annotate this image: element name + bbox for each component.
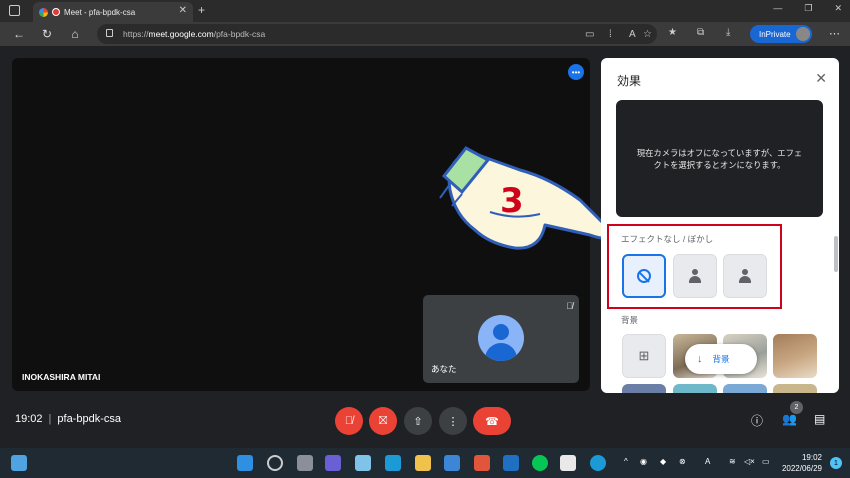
browser-menu-icon[interactable]: ⋯ <box>829 27 840 40</box>
preview-message: 現在カメラはオフになっていますが、エフェクトを選択するとオンになります。 <box>636 147 803 170</box>
sound-icon[interactable]: ⁞ <box>609 29 612 40</box>
dropbox-icon[interactable]: ◆ <box>660 457 666 466</box>
hang-up-icon: ☎ <box>485 415 499 428</box>
present-icon: ⇧ <box>413 415 423 428</box>
url-text[interactable]: https://meet.google.com/pfa-bpdk-csa <box>123 29 265 39</box>
new-tab-icon[interactable]: + <box>198 3 205 17</box>
background-option[interactable] <box>723 384 767 393</box>
notification-badge[interactable]: 1 <box>830 457 842 469</box>
tray-time: 19:02 <box>801 453 822 462</box>
meeting-code: pfa-bpdk-csa <box>57 413 121 425</box>
outlook-icon[interactable] <box>503 455 519 471</box>
people-count-badge: 2 <box>790 401 803 414</box>
chevron-up-icon[interactable]: ^ <box>624 457 628 466</box>
address-toolbar: ← ↻ ⌂ https://meet.google.com/pfa-bpdk-c… <box>0 22 850 46</box>
home-icon[interactable]: ⌂ <box>68 27 82 41</box>
inprivate-label: InPrivate <box>759 29 791 39</box>
panel-title: 効果 <box>617 74 642 88</box>
search-icon[interactable] <box>267 455 283 471</box>
line-icon[interactable] <box>532 455 548 471</box>
profile-avatar <box>796 27 810 41</box>
office-icon[interactable] <box>474 455 490 471</box>
more-vert-icon: ⋮ <box>447 415 459 428</box>
collections-icon[interactable]: ⧉ <box>697 27 704 38</box>
meeting-time: 19:02 <box>15 413 43 425</box>
self-view-tile[interactable]: 🎙̸ あなた <box>423 295 579 383</box>
background-scroll-button[interactable]: ↓ 背景 <box>685 344 757 374</box>
leave-call-button[interactable]: ☎ <box>473 407 511 435</box>
arrow-down-icon: ↓ <box>697 353 703 365</box>
self-avatar <box>478 315 524 361</box>
address-bar[interactable]: https://meet.google.com/pfa-bpdk-csa ▭ ⁞… <box>97 24 657 44</box>
start-icon[interactable] <box>237 455 253 471</box>
muted-mic-icon: 🎙̸ <box>566 301 573 311</box>
window-menu-icon[interactable] <box>9 5 20 16</box>
pointing-hand-annotation: 3 <box>439 146 617 250</box>
background-option[interactable] <box>622 384 666 393</box>
widgets-icon[interactable] <box>11 455 27 471</box>
meet-favicon-icon <box>39 7 48 17</box>
downloads-icon[interactable]: ⤓ <box>726 27 730 38</box>
browser-tab[interactable]: Meet - pfa-bpdk-csa ✕ <box>33 2 193 22</box>
close-window-icon[interactable]: ✕ <box>834 3 842 14</box>
app-icon[interactable] <box>355 455 371 471</box>
read-aloud-icon[interactable]: A <box>629 29 636 40</box>
volume-icon[interactable]: ◁× <box>744 457 755 466</box>
favorite-add-icon[interactable]: ☆ <box>643 29 652 40</box>
background-pill-label: 背景 <box>712 354 730 364</box>
people-icon[interactable]: 👥 <box>782 412 797 426</box>
self-label: あなた <box>431 364 457 374</box>
microphone-toggle-button[interactable]: 🎙̸ <box>335 407 363 435</box>
app-icon[interactable] <box>560 455 576 471</box>
close-circle-icon[interactable]: ⊗ <box>679 457 686 466</box>
windows-taskbar: ^ ◉ ◆ ⊗ A ≋ ◁× ▭ 19:02 2022/06/29 1 <box>0 448 850 478</box>
file-explorer-icon[interactable] <box>415 455 431 471</box>
more-options-button[interactable]: ⋮ <box>439 407 467 435</box>
minimize-icon[interactable]: — <box>773 3 782 14</box>
tray-date: 2022/06/29 <box>781 464 822 473</box>
panel-scrollbar[interactable] <box>834 236 838 272</box>
mic-off-icon: 🎙̸ <box>344 415 354 427</box>
camera-icon[interactable]: ▭ <box>585 29 594 40</box>
close-icon[interactable]: ✕ <box>815 70 827 87</box>
add-image-icon: ⊞ <box>638 348 650 363</box>
background-option[interactable] <box>773 384 817 393</box>
upload-background-button[interactable]: ⊞ <box>622 334 666 378</box>
maximize-icon[interactable]: ❐ <box>804 3 812 14</box>
battery-icon[interactable]: ▭ <box>762 457 770 466</box>
refresh-icon[interactable]: ↻ <box>40 27 54 41</box>
recording-icon <box>52 8 60 16</box>
line-tray-icon[interactable]: ◉ <box>640 457 647 466</box>
window-controls: — ❐ ✕ <box>773 3 842 14</box>
tab-close-icon[interactable]: ✕ <box>179 5 187 16</box>
tray-clock[interactable]: 19:02 2022/06/29 <box>782 452 822 474</box>
wifi-icon[interactable]: ≋ <box>729 457 736 466</box>
background-option[interactable] <box>773 334 817 378</box>
camera-preview: 現在カメラはオフになっていますが、エフェクトを選択するとオンになります。 <box>616 100 823 217</box>
teams-icon[interactable] <box>325 455 341 471</box>
camera-off-icon: ⛝ <box>378 414 388 427</box>
lock-icon <box>106 29 113 37</box>
participant-name: INOKASHIRA MITAI <box>22 372 101 382</box>
browser-tab-bar: Meet - pfa-bpdk-csa ✕ + — ❐ ✕ <box>0 0 850 22</box>
info-icon[interactable]: ⓘ <box>751 412 763 429</box>
audio-indicator-icon: ••• <box>568 64 584 80</box>
tab-title: Meet - pfa-bpdk-csa <box>64 7 136 17</box>
edge-icon[interactable] <box>385 455 401 471</box>
meeting-info: 19:02 | pfa-bpdk-csa <box>15 413 121 425</box>
mail-icon[interactable] <box>444 455 460 471</box>
background-option[interactable] <box>673 384 717 393</box>
back-icon[interactable]: ← <box>12 27 26 41</box>
highlight-box <box>607 224 782 309</box>
edge-inprivate-icon[interactable] <box>590 455 606 471</box>
camera-toggle-button[interactable]: ⛝ <box>369 407 397 435</box>
favorites-icon[interactable]: ★ <box>668 27 677 38</box>
step-number: 3 <box>500 181 524 221</box>
chat-icon[interactable]: ▤ <box>814 412 825 426</box>
present-button[interactable]: ⇧ <box>404 407 432 435</box>
inprivate-button[interactable]: InPrivate <box>750 25 812 43</box>
background-section-label: 背景 <box>621 315 639 325</box>
task-view-icon[interactable] <box>297 455 313 471</box>
font-icon[interactable]: A <box>705 457 710 466</box>
